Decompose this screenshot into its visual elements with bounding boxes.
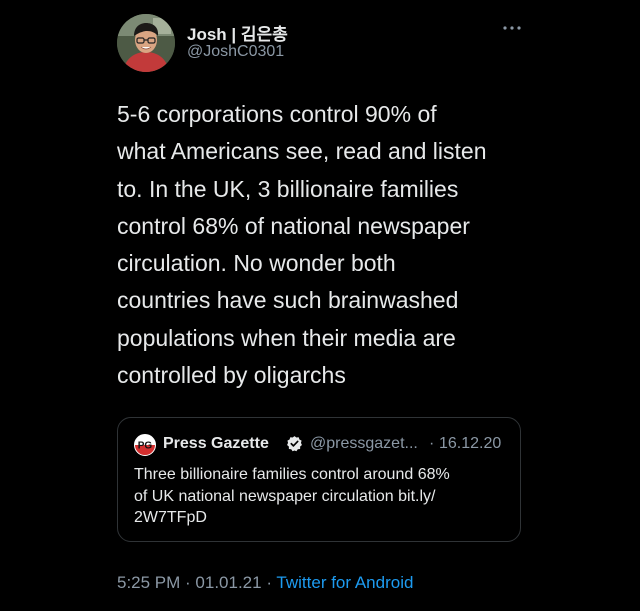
tweet-text: 5-6 corporations control 90% of what Ame… [117, 101, 487, 389]
quoted-author-name[interactable]: Press Gazette [163, 435, 269, 453]
author-handle[interactable]: @JoshC0301 [187, 43, 284, 61]
tweet-source-link[interactable]: Twitter for Android [276, 573, 413, 592]
more-horizontal-icon[interactable] [500, 22, 524, 34]
svg-text:PG: PG [138, 441, 153, 452]
tweet: Josh | 김은총 @JoshC0301 5-6 corporations c… [0, 0, 640, 611]
quoted-tweet-text: Three billionaire families control aroun… [134, 466, 450, 526]
avatar-image [117, 14, 175, 72]
tweet-time[interactable]: 5:25 PM [117, 573, 180, 592]
verified-badge-icon [286, 435, 303, 452]
press-gazette-logo-icon: PG [134, 434, 156, 456]
author-name[interactable]: Josh | 김은총 [187, 20, 288, 45]
quoted-date[interactable]: 16.12.20 [439, 435, 501, 453]
quoted-separator: · [429, 435, 435, 452]
tweet-meta: 5:25 PM · 01.01.21 · Twitter for Android [117, 573, 413, 593]
quoted-tweet[interactable]: PG Press Gazette @pressgazet... · 16.12.… [117, 417, 521, 542]
avatar[interactable] [117, 14, 175, 72]
tweet-date[interactable]: 01.01.21 [195, 573, 261, 592]
meta-separator: · [180, 573, 196, 592]
quoted-author-handle[interactable]: @pressgazet... [310, 435, 418, 453]
meta-separator: · [261, 573, 277, 592]
